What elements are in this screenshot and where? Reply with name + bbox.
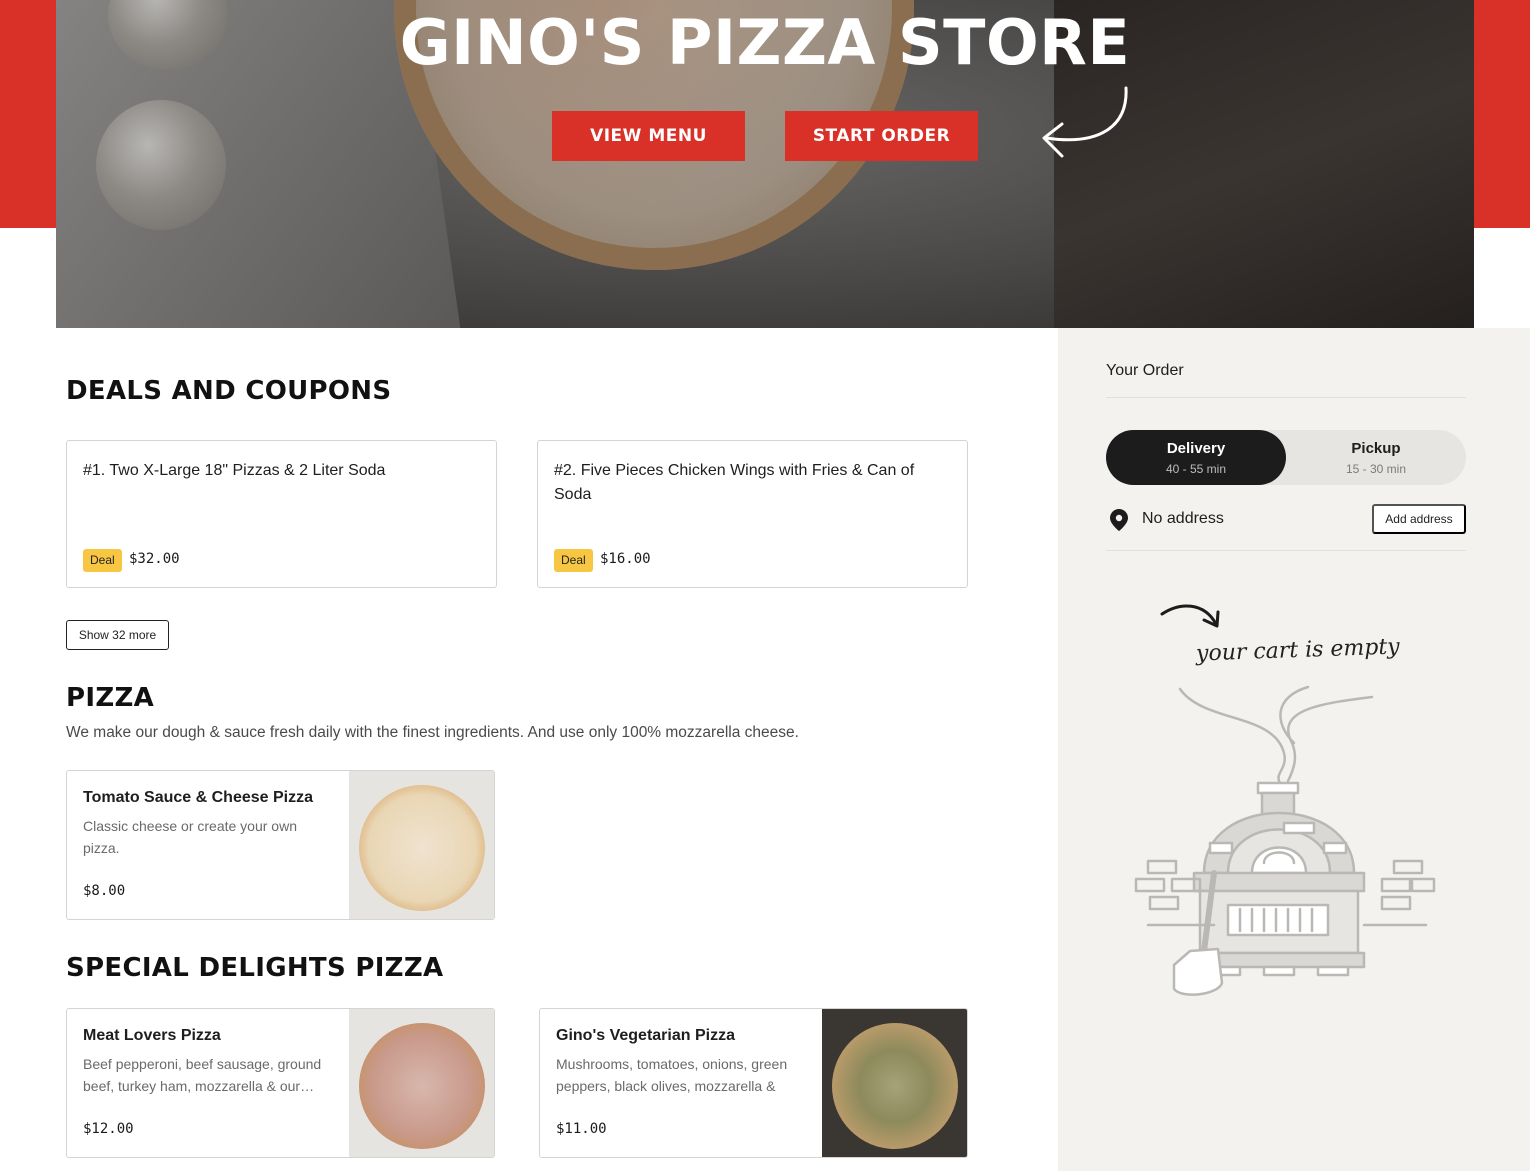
divider bbox=[1106, 397, 1466, 398]
cheese-pizza-image bbox=[359, 785, 485, 911]
menu-item-price: $8.00 bbox=[83, 883, 126, 899]
divider bbox=[1106, 550, 1466, 551]
menu-item-photo bbox=[349, 1009, 494, 1157]
hero-shaker-herbs bbox=[96, 100, 226, 230]
menu-item-price: $12.00 bbox=[83, 1121, 134, 1137]
menu-item-name: Tomato Sauce & Cheese Pizza bbox=[83, 789, 313, 806]
order-sidebar: Your Order Delivery 40 - 55 min Pickup 1… bbox=[1058, 328, 1530, 1171]
deal-price: $32.00 bbox=[129, 551, 180, 567]
meat-lovers-pizza-image bbox=[359, 1023, 485, 1149]
location-pin-icon bbox=[1110, 509, 1128, 531]
menu-item-price: $11.00 bbox=[556, 1121, 607, 1137]
menu-item-name: Gino's Vegetarian Pizza bbox=[556, 1027, 735, 1044]
delivery-label: Delivery bbox=[1166, 439, 1226, 457]
hand-drawn-arrow-icon bbox=[1160, 604, 1220, 628]
menu-item-card[interactable]: Tomato Sauce & Cheese Pizza Classic chee… bbox=[66, 770, 495, 920]
menu-item-photo bbox=[349, 771, 494, 919]
pickup-option[interactable]: Pickup 15 - 30 min bbox=[1286, 430, 1466, 485]
deal-name: #2. Five Pieces Chicken Wings with Fries… bbox=[554, 462, 915, 503]
hand-drawn-arrow-icon bbox=[1042, 86, 1128, 158]
view-menu-button[interactable]: VIEW MENU bbox=[552, 111, 745, 161]
deal-name: #1. Two X-Large 18" Pizzas & 2 Liter Sod… bbox=[83, 462, 386, 479]
deal-card[interactable]: #1. Two X-Large 18" Pizzas & 2 Liter Sod… bbox=[66, 440, 497, 588]
empty-cart-text: your cart is empty bbox=[1195, 634, 1401, 667]
vegetarian-pizza-image bbox=[832, 1023, 958, 1149]
deal-badge: Deal bbox=[83, 549, 122, 572]
address-row: No address Add address bbox=[1106, 504, 1466, 534]
start-order-button[interactable]: START ORDER bbox=[785, 111, 978, 161]
add-address-button[interactable]: Add address bbox=[1372, 504, 1466, 534]
fulfillment-toggle: Delivery 40 - 55 min Pickup 15 - 30 min bbox=[1106, 430, 1466, 485]
deal-price: $16.00 bbox=[600, 551, 651, 567]
deal-badge: Deal bbox=[554, 549, 593, 572]
pizza-heading: PIZZA bbox=[66, 683, 155, 713]
order-title: Your Order bbox=[1106, 362, 1184, 379]
menu-item-description: Beef pepperoni, beef sausage, ground bee… bbox=[83, 1056, 322, 1094]
delivery-option[interactable]: Delivery 40 - 55 min bbox=[1106, 430, 1286, 485]
pizza-section-description: We make our dough & sauce fresh daily wi… bbox=[66, 724, 799, 741]
menu-item-card[interactable]: Gino's Vegetarian Pizza Mushrooms, tomat… bbox=[539, 1008, 968, 1158]
delivery-time: 40 - 55 min bbox=[1165, 461, 1227, 476]
address-text: No address bbox=[1142, 510, 1224, 527]
menu-item-name: Meat Lovers Pizza bbox=[83, 1027, 221, 1044]
menu-item-card[interactable]: Meat Lovers Pizza Beef pepperoni, beef s… bbox=[66, 1008, 495, 1158]
pickup-label: Pickup bbox=[1351, 439, 1401, 457]
menu-item-description: Classic cheese or create your own pizza. bbox=[83, 818, 297, 856]
menu-item-photo bbox=[822, 1009, 967, 1157]
pickup-time: 15 - 30 min bbox=[1345, 461, 1407, 476]
oven-illustration bbox=[1134, 685, 1436, 996]
show-more-deals-button[interactable]: Show 32 more bbox=[66, 620, 169, 650]
menu-item-description: Mushrooms, tomatoes, onions, green peppe… bbox=[556, 1056, 788, 1094]
store-title: GINO'S PIZZA STORE bbox=[399, 6, 1131, 79]
deals-heading: DEALS AND COUPONS bbox=[66, 376, 392, 406]
special-delights-heading: SPECIAL DELIGHTS PIZZA bbox=[66, 953, 444, 983]
deal-card[interactable]: #2. Five Pieces Chicken Wings with Fries… bbox=[537, 440, 968, 588]
